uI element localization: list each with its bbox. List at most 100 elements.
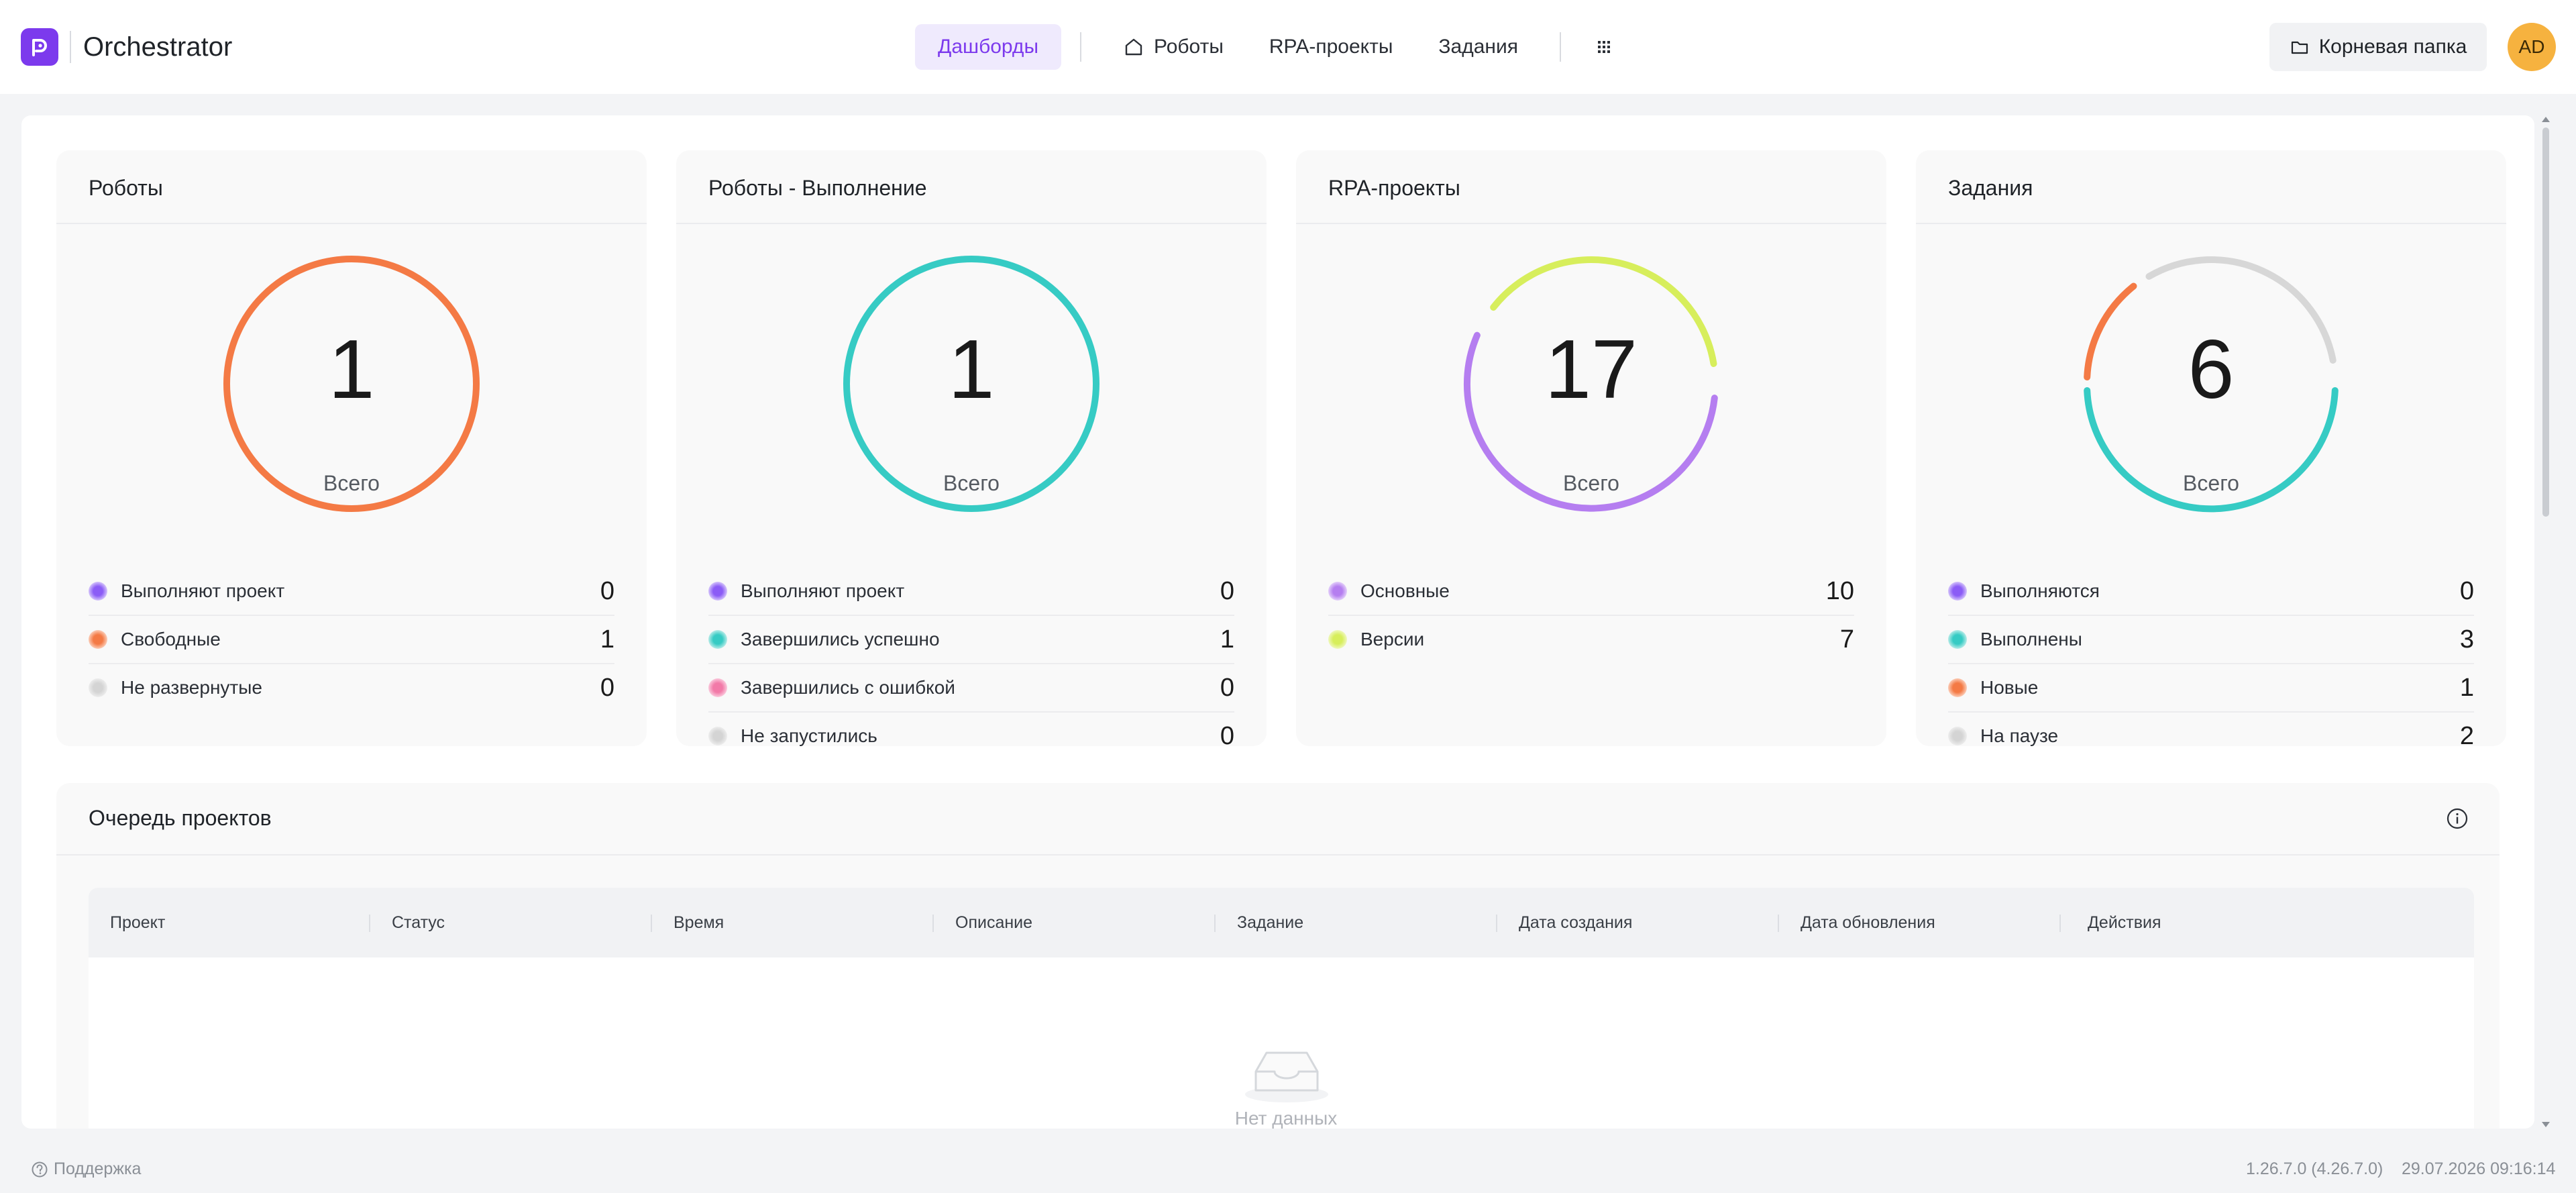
donut-total-label: Всего — [1563, 471, 1619, 495]
robots-card: Роботы 1 Всего Выполняют проект 0 Свобод… — [56, 150, 647, 746]
support-label: Поддержка — [54, 1159, 142, 1178]
column-label: Дата создания — [1519, 913, 1633, 932]
top-bar: Orchestrator Дашборды Роботы RPA-проекты… — [0, 0, 2576, 94]
legend-label: Свободные — [121, 629, 221, 650]
nav-projects[interactable]: RPA-проекты — [1246, 24, 1416, 70]
legend-label: Не запустились — [741, 725, 877, 746]
legend-value: 2 — [2459, 721, 2474, 750]
nav-dashboards-label: Дашборды — [938, 36, 1038, 58]
legend-dot — [708, 727, 727, 745]
legend: Основные 10 Версии 7 — [1328, 568, 1854, 663]
legend-label: Выполнены — [1980, 629, 2082, 650]
legend: Выполняют проект 0 Свободные 1 Не развер… — [89, 568, 614, 711]
scroll-up-arrow[interactable] — [2542, 117, 2550, 122]
legend-value: 0 — [600, 673, 614, 702]
legend-row: Выполняются 0 — [1948, 568, 2474, 616]
legend-row: Завершились с ошибкой 0 — [708, 664, 1234, 713]
folder-icon — [2290, 37, 2310, 57]
card-divider — [1296, 223, 1886, 224]
root-folder-label: Корневая папка — [2318, 36, 2467, 58]
legend-label: Выполняются — [1980, 580, 2100, 601]
project-queue-panel: Очередь проектов Проект Статус Время Опи… — [56, 783, 2500, 1129]
legend-label: На паузе — [1980, 725, 2059, 746]
robots-execution-card: Роботы - Выполнение 1 Всего Выполняют пр… — [676, 150, 1267, 750]
column-label: Описание — [955, 913, 1033, 932]
column-header-updated[interactable]: Дата обновления — [1779, 888, 2061, 957]
card-divider — [56, 223, 647, 224]
nav-projects-label: RPA-проекты — [1269, 36, 1393, 58]
column-label: Время — [674, 913, 724, 932]
legend-row: Не запустились 0 — [708, 713, 1234, 760]
nav-robots-label: Роботы — [1154, 36, 1224, 58]
legend-dot — [89, 582, 107, 601]
legend-value: 0 — [2459, 576, 2474, 605]
column-header-task[interactable]: Задание — [1216, 888, 1497, 957]
legend-row: Выполняют проект 0 — [708, 568, 1234, 616]
page-scrollbar[interactable] — [2540, 115, 2552, 1129]
home-icon — [1123, 36, 1144, 58]
legend-dot — [1328, 630, 1347, 649]
legend-dot — [1948, 630, 1967, 649]
column-label: Статус — [392, 913, 445, 932]
logo-divider — [70, 31, 71, 63]
legend-label: Основные — [1360, 580, 1450, 601]
column-header-status[interactable]: Статус — [370, 888, 652, 957]
apps-menu-button[interactable] — [1580, 24, 1628, 70]
rpa-projects-card: RPA-проекты 17 Всего Основные 10 Версии … — [1296, 150, 1886, 746]
legend-dot — [89, 630, 107, 649]
footer: Поддержка 1.26.7.0 (4.26.7.0) 29.07.2026… — [0, 1147, 2576, 1193]
legend-dot — [708, 630, 727, 649]
legend-value: 3 — [2459, 625, 2474, 654]
legend-row: Выполнены 3 — [1948, 616, 2474, 664]
legend-label: Новые — [1980, 677, 2039, 698]
card-divider — [1916, 223, 2506, 224]
legend-row: Завершились успешно 1 — [708, 616, 1234, 664]
column-header-project[interactable]: Проект — [89, 888, 370, 957]
queue-divider — [56, 854, 2500, 855]
legend-label: Выполняют проект — [741, 580, 905, 601]
scroll-thumb[interactable] — [2542, 127, 2549, 517]
tasks-card: Задания 6 Всего Выполняются 0 Выполнены … — [1916, 150, 2506, 750]
donut-total-label: Всего — [2183, 471, 2239, 495]
legend-dot — [1948, 727, 1967, 745]
app-title: Orchestrator — [83, 32, 233, 62]
user-avatar[interactable]: AD — [2508, 23, 2556, 71]
card-title: Задания — [1948, 176, 2033, 200]
legend-value: 0 — [600, 576, 614, 605]
card-divider — [676, 223, 1267, 224]
donut-total: 1 — [328, 323, 375, 416]
nav-robots[interactable]: Роботы — [1100, 24, 1246, 70]
legend-label: Выполняют проект — [121, 580, 285, 601]
nav-divider — [1080, 32, 1081, 62]
nav-tasks-label: Задания — [1438, 36, 1518, 58]
legend-label: Версии — [1360, 629, 1425, 650]
legend-value: 0 — [1220, 673, 1234, 702]
support-link[interactable]: Поддержка — [31, 1159, 141, 1179]
legend-dot — [89, 678, 107, 697]
legend-dot — [1948, 678, 1967, 697]
donut-total-label: Всего — [323, 471, 380, 495]
info-icon[interactable] — [2446, 807, 2469, 830]
legend-label: Не развернутые — [121, 677, 262, 698]
legend-dot — [708, 582, 727, 601]
legend-row: Версии 7 — [1328, 616, 1854, 663]
column-header-created[interactable]: Дата создания — [1497, 888, 1779, 957]
legend-dot — [1948, 582, 1967, 601]
root-folder-button[interactable]: Корневая папка — [2269, 23, 2487, 71]
column-header-time[interactable]: Время — [652, 888, 934, 957]
scroll-down-arrow[interactable] — [2542, 1122, 2550, 1127]
dashboard-main: Роботы 1 Всего Выполняют проект 0 Свобод… — [21, 115, 2534, 1129]
donut-total: 1 — [948, 323, 995, 416]
queue-table: Проект Статус Время Описание Задание Дат… — [89, 888, 2474, 1129]
legend-row: Свободные 1 — [89, 616, 614, 664]
queue-title: Очередь проектов — [89, 806, 272, 830]
help-icon — [31, 1161, 48, 1178]
column-label: Задание — [1237, 913, 1304, 932]
nav-tasks[interactable]: Задания — [1415, 24, 1541, 70]
legend-row: Не развернутые 0 — [89, 664, 614, 711]
app-logo-icon[interactable] — [21, 28, 58, 66]
app-version: 1.26.7.0 (4.26.7.0) — [2246, 1159, 2383, 1178]
legend-value: 10 — [1825, 576, 1854, 605]
column-header-description[interactable]: Описание — [934, 888, 1216, 957]
nav-dashboards[interactable]: Дашборды — [915, 24, 1061, 70]
